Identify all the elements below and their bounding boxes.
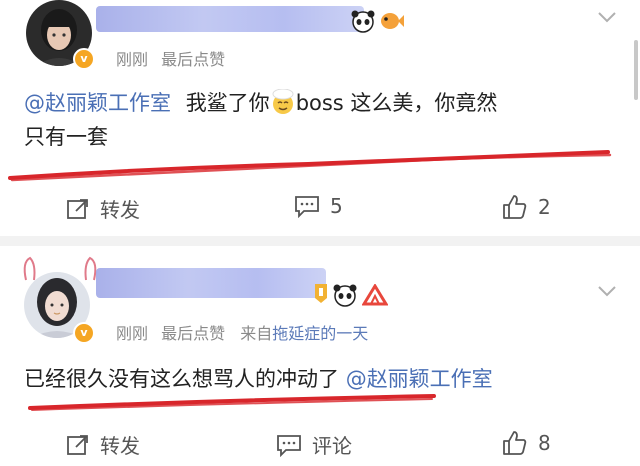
repost-icon — [67, 434, 88, 455]
like-button[interactable]: 8 — [502, 430, 551, 456]
comment-text-part: 已经很久没有这么想骂人的冲动了 — [24, 367, 339, 391]
chevron-down-icon[interactable] — [596, 6, 618, 28]
like-button[interactable]: 2 — [502, 194, 551, 220]
comment-label: 评论 — [312, 434, 352, 458]
verified-badge-icon: v — [73, 48, 95, 70]
like-icon — [503, 431, 527, 455]
comment-button[interactable]: 5 — [294, 194, 343, 218]
source-link[interactable]: 拖延症的一天 — [272, 324, 368, 343]
like-count: 8 — [538, 431, 551, 455]
chef-emoji-icon — [272, 89, 294, 114]
fish-icon — [381, 13, 404, 29]
username-redacted[interactable] — [96, 6, 364, 32]
weibo-comment-2: v 刚刚 最后点赞 来自拖延症的一天 已经很久没有这么想骂人的冲动了 @赵丽颖工… — [0, 246, 640, 466]
chevron-down-icon[interactable] — [596, 280, 618, 302]
panda-icon — [351, 10, 375, 33]
scrollbar[interactable] — [634, 40, 638, 100]
repost-label: 转发 — [100, 434, 140, 458]
weibo-comment-1: v 刚刚 最后点赞 @赵丽颖工作室 我鲨了你 boss 这么美，你竟然 只有一套 — [0, 0, 640, 236]
level-badge-icon — [315, 284, 327, 303]
source-prefix: 来自 — [240, 324, 273, 343]
comment-count: 5 — [330, 194, 343, 218]
comment-icon — [277, 434, 301, 457]
mention-link[interactable]: @赵丽颖工作室 — [24, 91, 171, 115]
peak-badge-icon — [362, 284, 388, 306]
comment-text: @赵丽颖工作室 我鲨了你 boss 这么美，你竟然 只有一套 — [24, 86, 620, 154]
comment-text-part: boss 这么美，你竟然 — [295, 91, 498, 115]
comment-icon — [295, 196, 319, 218]
timestamp: 刚刚 — [116, 50, 149, 69]
repost-button[interactable]: 转发 — [66, 194, 140, 223]
likes-label: 最后点赞 — [161, 324, 226, 343]
timestamp: 刚刚 — [116, 324, 149, 343]
like-count: 2 — [538, 195, 551, 219]
repost-button[interactable]: 转发 — [66, 430, 140, 459]
verified-badge-icon: v — [73, 322, 95, 344]
post-meta: 刚刚 最后点赞 — [116, 46, 225, 70]
comment-text-line2: 只有一套 — [24, 125, 108, 149]
post-separator — [0, 236, 640, 246]
comment-button[interactable]: 评论 — [276, 430, 352, 459]
repost-icon — [67, 198, 88, 219]
post-meta: 刚刚 最后点赞 来自拖延症的一天 — [116, 320, 368, 344]
likes-label: 最后点赞 — [161, 50, 226, 69]
username-redacted[interactable] — [96, 268, 326, 298]
red-underline-annotation — [28, 394, 436, 411]
repost-label: 转发 — [100, 198, 140, 222]
mention-link[interactable]: @赵丽颖工作室 — [346, 367, 493, 391]
comment-text-part: 我鲨了你 — [185, 91, 270, 115]
like-icon — [503, 195, 527, 219]
red-underline-annotation — [8, 150, 612, 182]
panda-icon — [333, 284, 357, 307]
